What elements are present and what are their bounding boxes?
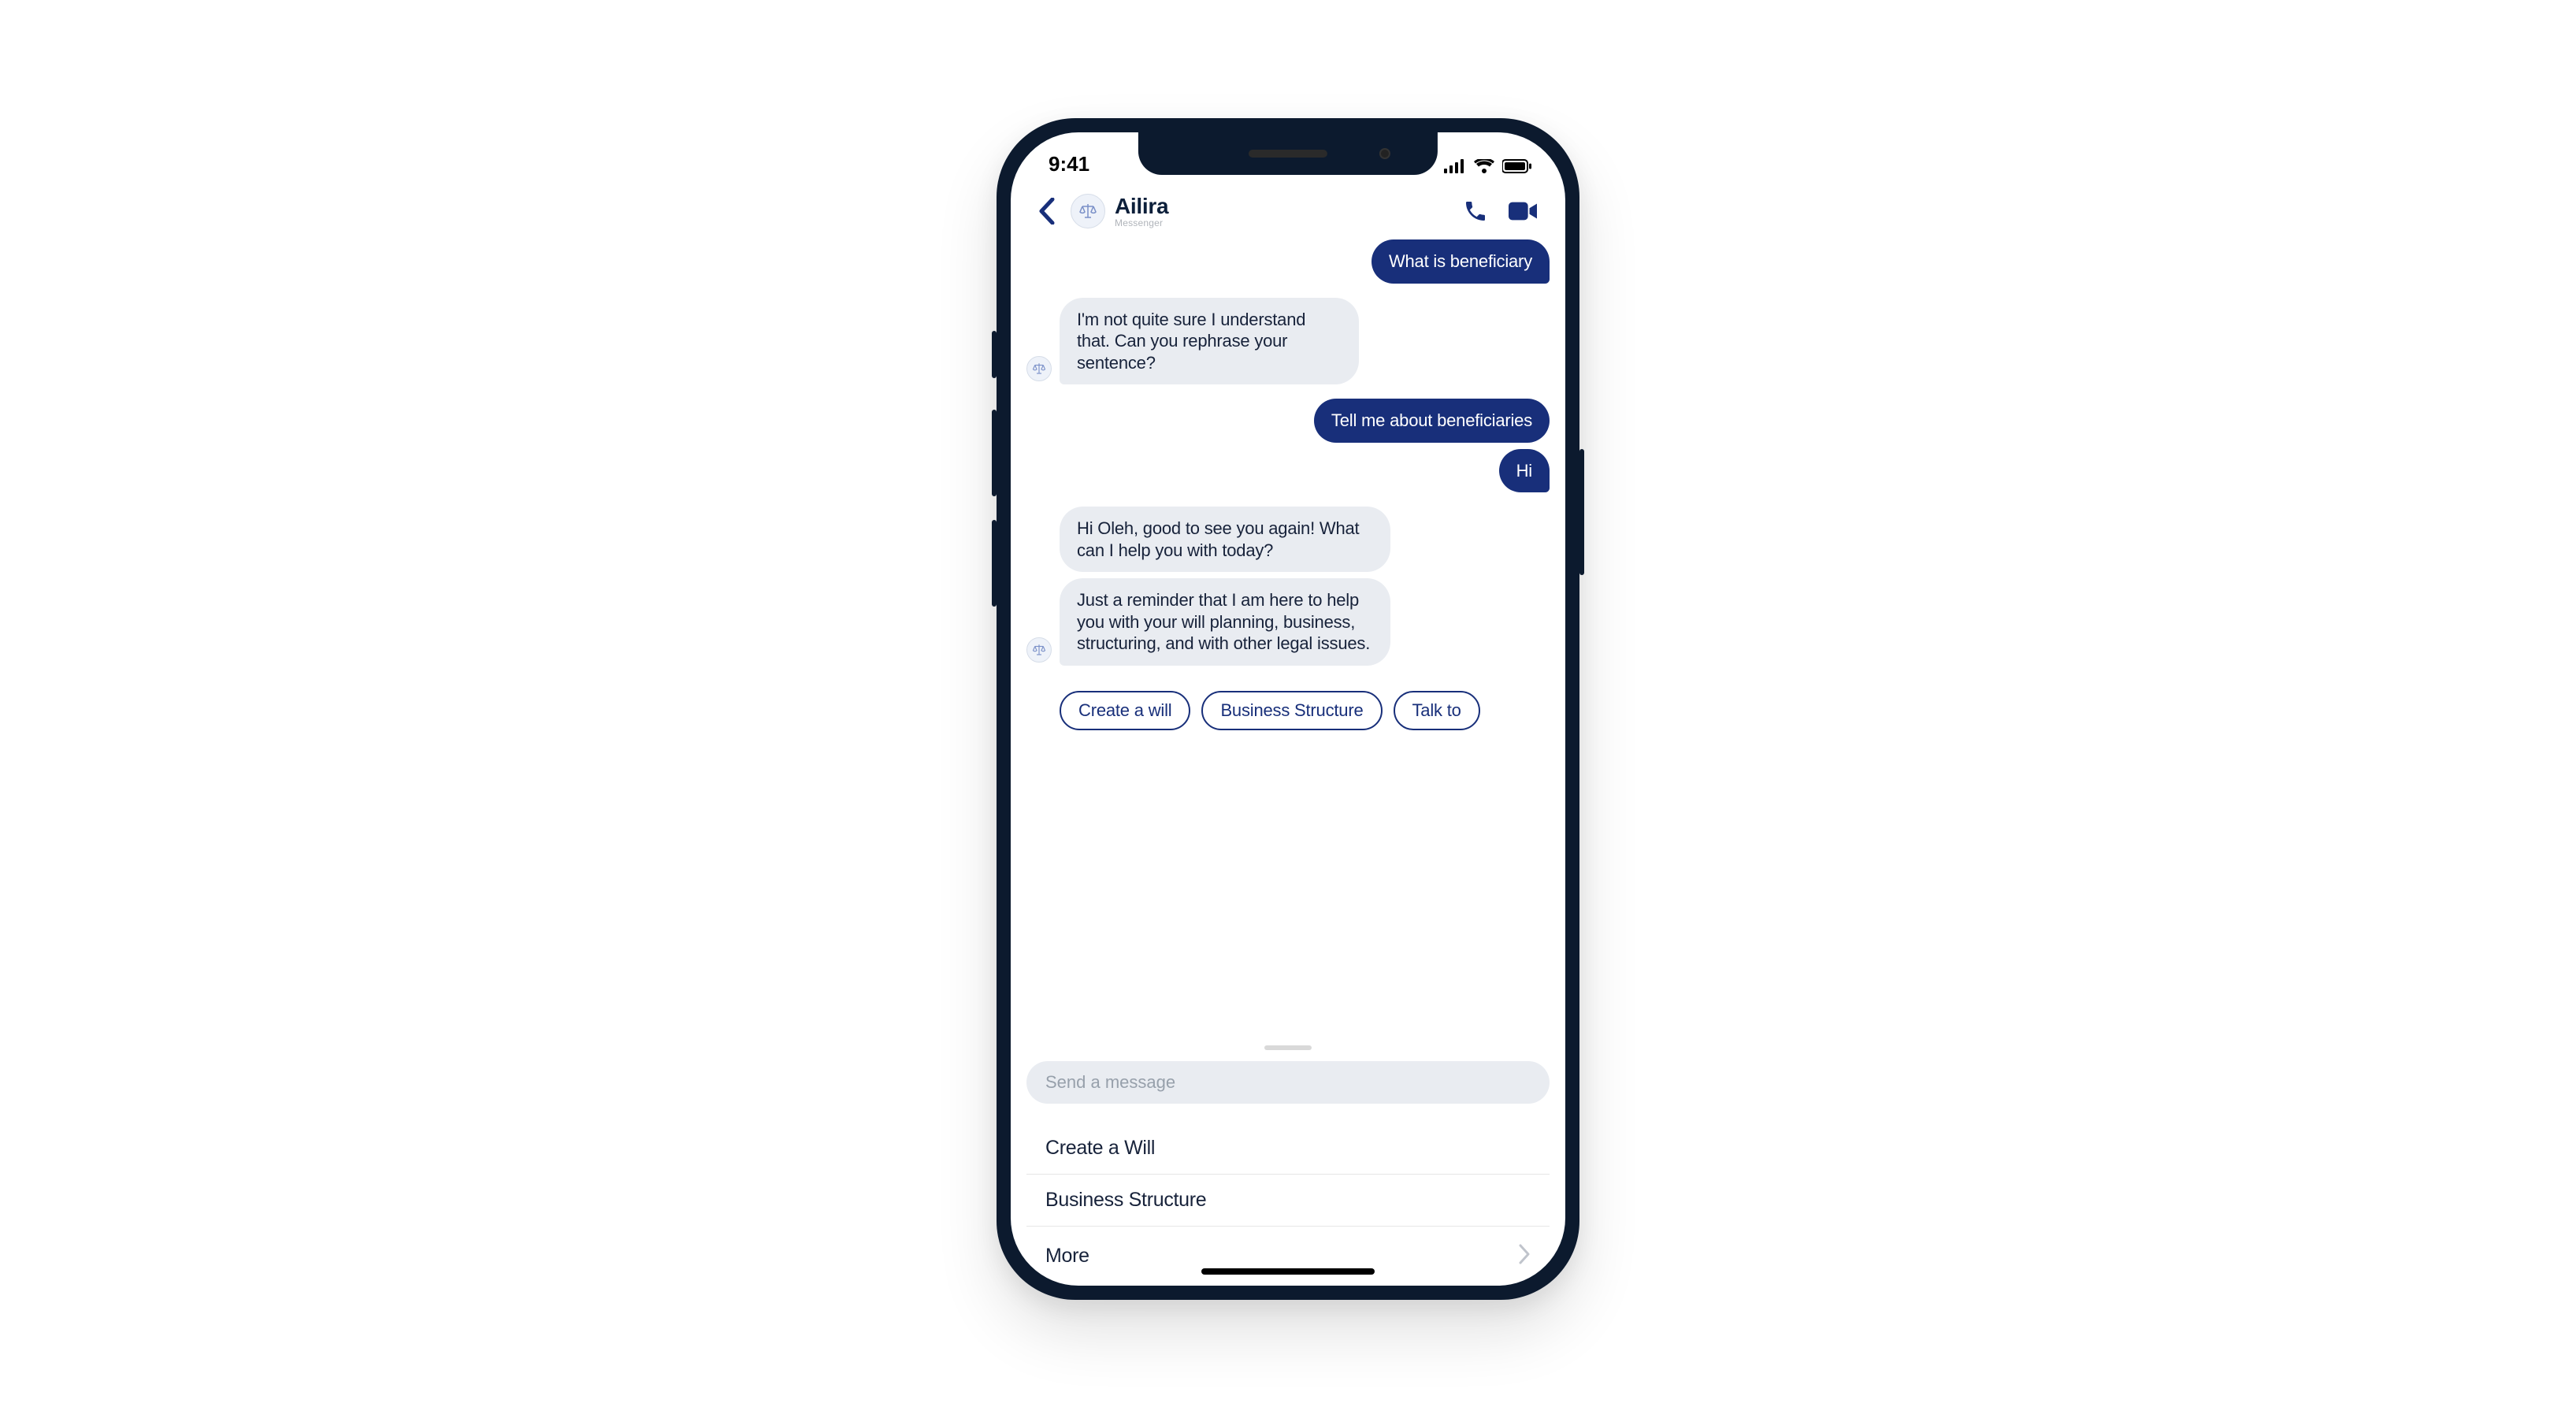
cellular-icon bbox=[1444, 159, 1466, 173]
message-input[interactable] bbox=[1026, 1061, 1550, 1104]
sheet-handle[interactable] bbox=[1264, 1045, 1312, 1050]
chevron-right-icon bbox=[1518, 1241, 1531, 1271]
bot-avatar-small bbox=[1026, 637, 1052, 663]
power-button bbox=[1579, 449, 1584, 575]
volume-down-button bbox=[992, 520, 997, 607]
quick-reply-chip[interactable]: Create a will bbox=[1060, 691, 1190, 730]
video-call-button[interactable] bbox=[1509, 197, 1537, 225]
bot-message[interactable]: Hi Oleh, good to see you again! What can… bbox=[1060, 507, 1390, 572]
notch bbox=[1138, 132, 1438, 175]
phone-frame: 9:41 bbox=[997, 118, 1579, 1300]
menu-item-create-will[interactable]: Create a Will bbox=[1026, 1123, 1550, 1175]
user-message[interactable]: Hi bbox=[1499, 449, 1550, 493]
chat-title: Ailira bbox=[1115, 194, 1452, 219]
quick-reply-row[interactable]: Create a will Business Structure Talk to bbox=[1026, 680, 1565, 730]
chat-thread[interactable]: What is beneficiary I'm not quite sure I… bbox=[1011, 239, 1565, 1031]
back-button[interactable] bbox=[1033, 197, 1061, 225]
voice-call-button[interactable] bbox=[1461, 197, 1490, 225]
home-indicator[interactable] bbox=[1201, 1268, 1375, 1275]
bot-avatar-small bbox=[1026, 356, 1052, 381]
menu-item-label: Create a Will bbox=[1045, 1137, 1155, 1160]
menu-list: Create a Will Business Structure More bbox=[1026, 1123, 1550, 1286]
avatar[interactable] bbox=[1071, 194, 1105, 228]
chat-subtitle: Messenger bbox=[1115, 217, 1452, 228]
menu-item-business-structure[interactable]: Business Structure bbox=[1026, 1175, 1550, 1227]
wifi-icon bbox=[1474, 159, 1494, 173]
side-button bbox=[992, 331, 997, 378]
quick-reply-chip[interactable]: Talk to bbox=[1394, 691, 1480, 730]
bot-message[interactable]: I'm not quite sure I understand that. Ca… bbox=[1060, 298, 1359, 385]
quick-reply-chip[interactable]: Business Structure bbox=[1201, 691, 1382, 730]
volume-up-button bbox=[992, 410, 997, 496]
speaker bbox=[1249, 150, 1327, 158]
status-time: 9:41 bbox=[1041, 152, 1089, 181]
bot-message[interactable]: Just a reminder that I am here to help y… bbox=[1060, 578, 1390, 666]
menu-item-more[interactable]: More bbox=[1026, 1227, 1550, 1286]
chat-header: Ailira Messenger bbox=[1011, 181, 1565, 239]
user-message[interactable]: What is beneficiary bbox=[1372, 239, 1550, 284]
user-message[interactable]: Tell me about beneficiaries bbox=[1314, 399, 1550, 443]
menu-item-label: More bbox=[1045, 1245, 1089, 1268]
menu-item-label: Business Structure bbox=[1045, 1189, 1206, 1212]
screen: 9:41 bbox=[1011, 132, 1565, 1286]
front-camera bbox=[1379, 148, 1390, 159]
battery-icon bbox=[1502, 159, 1532, 173]
